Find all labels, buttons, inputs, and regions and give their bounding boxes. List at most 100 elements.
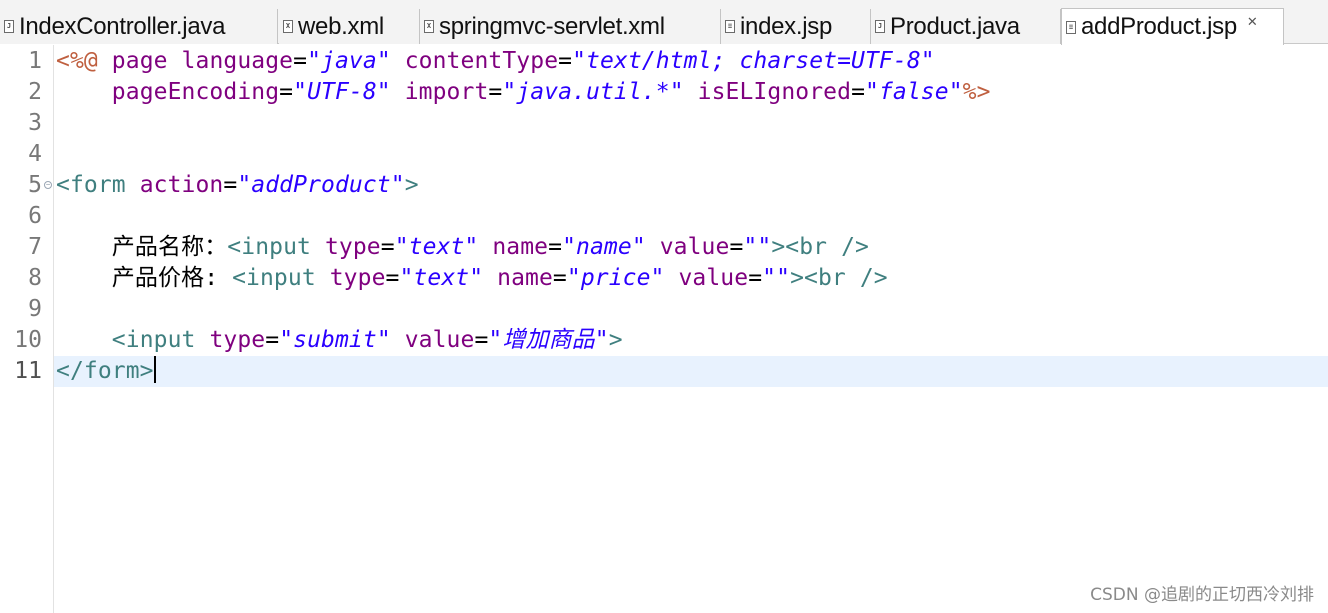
code-token: "增加商品" [488, 327, 609, 353]
line-number: 5 [28, 172, 42, 198]
code-token: %> [962, 79, 991, 105]
code-token: "UTF-8" [293, 79, 391, 105]
tab-label: addProduct.jsp [1081, 13, 1237, 40]
code-line[interactable]: pageEncoding="UTF-8" import="java.util.*… [54, 77, 1328, 108]
code-token: language [181, 48, 294, 74]
code-token: > [608, 327, 623, 353]
code-token: "text" [394, 234, 479, 260]
watermark: CSDN @追剧的正切西冷刘排 [1090, 585, 1314, 605]
code-token: page [111, 48, 182, 74]
code-line[interactable]: 产品名称：<input type="text" name="name" valu… [54, 232, 1328, 263]
code-line[interactable]: 产品价格: <input type="text" name="price" va… [54, 263, 1328, 294]
code-token: "" [743, 234, 772, 260]
code-token: > [404, 172, 419, 198]
line-number: 2 [28, 79, 42, 105]
code-token: = [558, 48, 573, 74]
line-number: 8 [28, 265, 42, 291]
tab-indexcontroller-java[interactable]: J IndexController.java [0, 9, 278, 44]
code-token: "addProduct" [237, 172, 405, 198]
line-number: 11 [14, 358, 42, 384]
code-token: = [488, 79, 503, 105]
code-token: 产品价格: [56, 265, 233, 291]
text-caret [153, 356, 156, 383]
line-number: 1 [28, 48, 42, 74]
close-tab-icon[interactable]: ✕ [1247, 15, 1258, 30]
code-line[interactable] [54, 108, 1328, 139]
code-token: <input [232, 265, 330, 291]
tab-index-jsp[interactable]: ≡ index.jsp [721, 9, 871, 44]
code-line[interactable] [54, 139, 1328, 170]
fold-toggle-icon[interactable]: − [44, 181, 52, 189]
code-line[interactable]: <form action="addProduct"> [54, 170, 1328, 201]
code-text: <%@ page language="java" contentType="te… [56, 46, 935, 77]
tab-addproduct-jsp[interactable]: ≡ addProduct.jsp ✕ [1061, 8, 1284, 45]
editor-tab-bar: J IndexController.java Xweb.xml Xspringmvc-… [0, 0, 1328, 45]
code-token: "price" [566, 265, 665, 291]
code-token: type [209, 327, 266, 353]
code-line[interactable]: <input type="submit" value="增加商品"> [54, 325, 1328, 356]
code-editor[interactable]: <%@ page language="java" contentType="te… [54, 45, 1328, 613]
line-number: 9 [28, 296, 42, 322]
code-text: pageEncoding="UTF-8" import="java.util.*… [56, 77, 991, 108]
code-token: "name" [562, 234, 646, 260]
code-token: import [404, 79, 489, 105]
java-file-icon: J [4, 20, 14, 33]
code-line[interactable]: </form> [54, 356, 1328, 387]
code-text: 产品名称：<input type="text" name="name" valu… [56, 232, 869, 263]
code-token: value [404, 327, 475, 353]
code-token: "java.util.*" [502, 79, 684, 105]
code-token: = [265, 327, 280, 353]
code-token: value [659, 234, 730, 260]
code-token: "text/html; charset=UTF-8" [572, 48, 935, 74]
code-line[interactable] [54, 294, 1328, 325]
line-number: 4 [28, 141, 42, 167]
code-token: type [324, 234, 381, 260]
code-token: <input [227, 234, 325, 260]
code-token: = [223, 172, 238, 198]
code-token: = [279, 79, 294, 105]
code-token: "" [762, 265, 791, 291]
code-token: </form> [56, 358, 154, 384]
code-token: contentType [404, 48, 559, 74]
line-number: 7 [28, 234, 42, 260]
code-token: "false" [865, 79, 963, 105]
code-token: value [678, 265, 749, 291]
code-text: <form action="addProduct"> [56, 170, 419, 201]
tab-label: springmvc-servlet.xml [439, 12, 665, 40]
code-token: <input [111, 327, 210, 353]
code-token: type [329, 265, 386, 291]
line-number: 6 [28, 203, 42, 229]
line-number-gutter: 1 2 3 4 5− 6 7 8 9 10 11 [0, 45, 54, 613]
tab-label: IndexController.java [19, 12, 226, 40]
jsp-file-icon: ≡ [1066, 20, 1076, 34]
xml-file-icon: X [283, 20, 293, 33]
code-token: = [851, 79, 866, 105]
code-token: <form [56, 172, 140, 198]
code-token: ><br /> [771, 234, 869, 260]
tab-label: index.jsp [740, 12, 833, 40]
tab-springmvc-servlet-xml[interactable]: Xspringmvc-servlet.xml [420, 9, 721, 44]
tab-product-java[interactable]: J Product.java [871, 9, 1061, 44]
code-token: "text" [399, 265, 484, 291]
code-text: </form> [56, 356, 156, 387]
code-token: = [380, 234, 395, 260]
tab-label: Product.java [890, 12, 1020, 40]
code-line[interactable] [54, 201, 1328, 232]
code-line[interactable]: <%@ page language="java" contentType="te… [54, 46, 1328, 77]
code-token: = [748, 265, 763, 291]
java-file-icon: J [875, 20, 885, 33]
code-token: action [139, 172, 224, 198]
tab-web-xml[interactable]: Xweb.xml [279, 9, 420, 44]
code-token: ><br /> [790, 265, 888, 291]
code-token: = [474, 327, 489, 353]
code-token: 产品名称： [56, 234, 228, 260]
